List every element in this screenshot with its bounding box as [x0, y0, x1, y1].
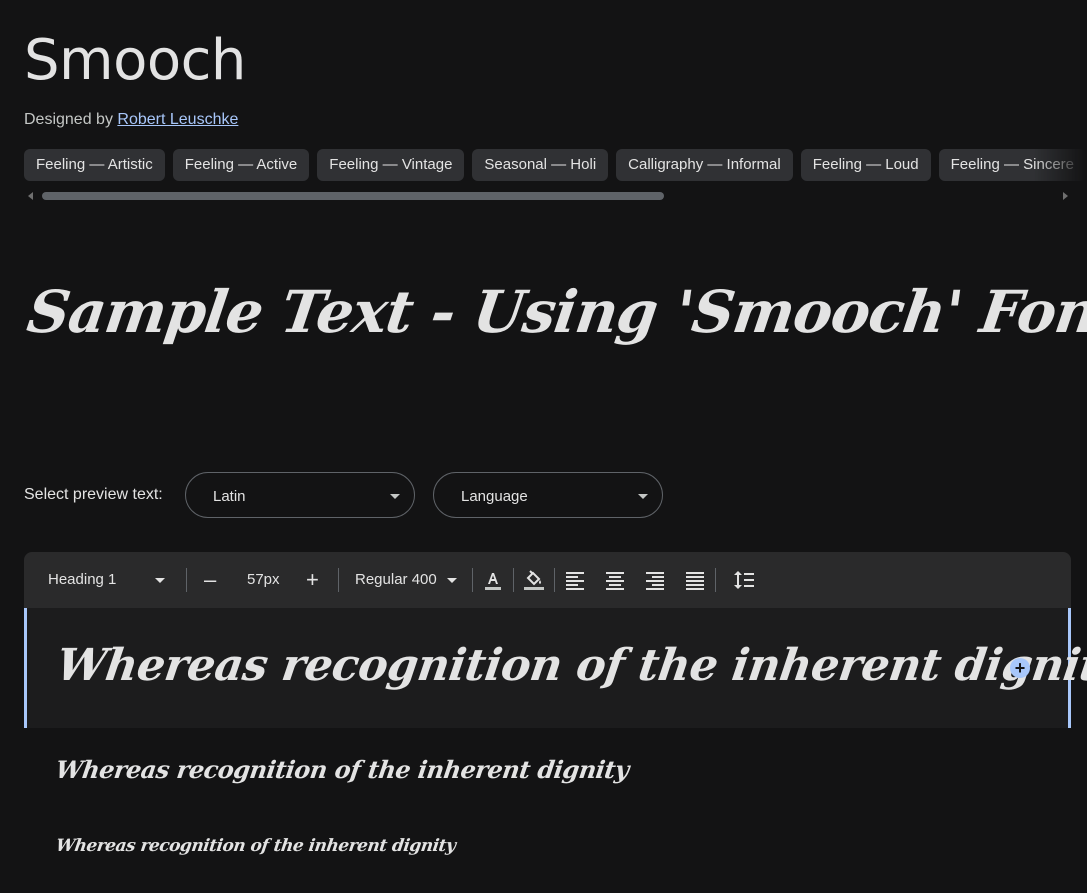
toolbar-divider: [472, 568, 473, 592]
editor-toolbar: Heading 1 – 57px + Regular 400: [24, 552, 1071, 608]
hero-sample-text: Sample Text - Using 'Smooch' Font.: [23, 278, 1087, 346]
tag-chip[interactable]: Feeling — Artistic: [24, 149, 165, 181]
heading-1-sample[interactable]: Whereas recognition of the inherent dign…: [53, 640, 1087, 691]
text-style-select[interactable]: Heading 1: [48, 552, 165, 608]
tag-chip[interactable]: Seasonal — Holi: [472, 149, 609, 181]
scroll-left-arrow-icon[interactable]: [28, 192, 33, 200]
font-weight-value: Regular 400: [355, 571, 437, 588]
tag-chip[interactable]: Feeling — Loud: [800, 149, 931, 181]
heading-2-sample[interactable]: Whereas recognition of the inherent dign…: [54, 755, 631, 784]
highlight-color-icon[interactable]: [522, 568, 546, 592]
toolbar-divider: [513, 568, 514, 592]
increase-size-button[interactable]: +: [306, 552, 319, 608]
toolbar-divider: [715, 568, 716, 592]
line-spacing-icon[interactable]: [732, 568, 756, 592]
tag-chip[interactable]: Feeling — Sincere: [938, 149, 1087, 181]
align-right-icon[interactable]: [643, 568, 667, 592]
font-title: Smooch: [24, 28, 246, 93]
chevron-down-icon: [390, 494, 400, 499]
align-left-icon[interactable]: [563, 568, 587, 592]
preview-text-label: Select preview text:: [24, 486, 163, 503]
add-block-icon[interactable]: +: [1010, 658, 1030, 678]
toolbar-divider: [338, 568, 339, 592]
chevron-down-icon: [446, 577, 457, 583]
toolbar-divider: [554, 568, 555, 592]
script-select-value: Latin: [213, 488, 246, 505]
scrollbar-thumb[interactable]: [42, 192, 664, 200]
scroll-right-arrow-icon[interactable]: [1063, 192, 1068, 200]
language-select[interactable]: Language: [433, 472, 663, 518]
font-weight-select[interactable]: Regular 400: [355, 552, 457, 608]
tag-chip[interactable]: Feeling — Vintage: [317, 149, 465, 181]
align-justify-icon[interactable]: [683, 568, 707, 592]
font-size-value[interactable]: 57px: [247, 552, 280, 608]
align-center-icon[interactable]: [603, 568, 627, 592]
text-style-value: Heading 1: [48, 571, 117, 588]
editable-preview-block[interactable]: Whereas recognition of the inherent dign…: [24, 608, 1087, 728]
chevron-down-icon: [154, 577, 165, 583]
heading-3-sample[interactable]: Whereas recognition of the inherent dign…: [55, 836, 457, 856]
tag-chip[interactable]: Calligraphy — Informal: [616, 149, 793, 181]
language-select-value: Language: [461, 488, 528, 505]
tag-scrollbar[interactable]: [24, 190, 1072, 202]
designed-by-label: Designed by: [24, 111, 113, 128]
text-color-icon[interactable]: [481, 568, 505, 592]
tag-chip[interactable]: Feeling — Active: [172, 149, 310, 181]
tag-list: Feeling — Artistic Feeling — Active Feelin…: [24, 149, 1087, 181]
decrease-size-button[interactable]: –: [204, 552, 216, 608]
designer-line: Designed by Robert Leuschke: [24, 111, 238, 129]
designer-link[interactable]: Robert Leuschke: [117, 111, 238, 128]
script-select[interactable]: Latin: [185, 472, 415, 518]
toolbar-divider: [186, 568, 187, 592]
chevron-down-icon: [638, 494, 648, 499]
